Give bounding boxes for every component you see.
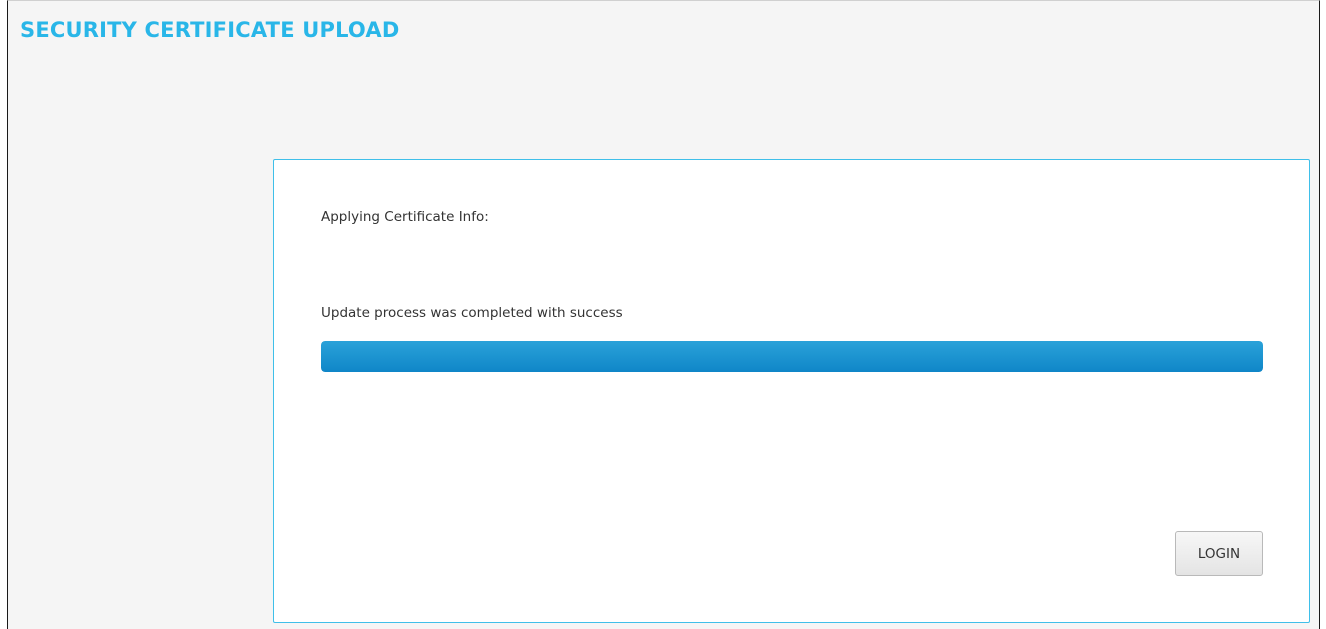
page-title: SECURITY CERTIFICATE UPLOAD	[20, 18, 400, 42]
applying-certificate-label: Applying Certificate Info:	[321, 209, 489, 225]
progress-bar-fill	[321, 341, 1263, 372]
login-button[interactable]: LOGIN	[1175, 531, 1263, 576]
certificate-upload-panel: Applying Certificate Info: Update proces…	[273, 159, 1310, 623]
app-frame: SECURITY CERTIFICATE UPLOAD Applying Cer…	[7, 0, 1320, 629]
status-message: Update process was completed with succes…	[321, 305, 623, 321]
progress-bar	[321, 341, 1263, 372]
